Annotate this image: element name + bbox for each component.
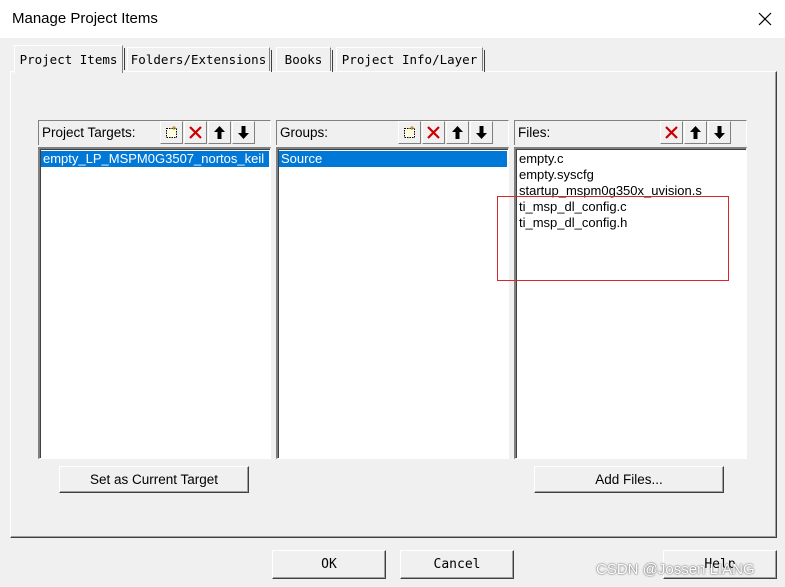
tab-label: Project Info/Layer: [341, 52, 478, 67]
window-title: Manage Project Items: [12, 10, 158, 27]
files-header: Files:: [514, 120, 747, 145]
files-label: Files:: [518, 125, 551, 140]
move-target-up-button[interactable]: [208, 121, 231, 144]
delete-icon: [189, 126, 202, 139]
project-targets-header: Project Targets:: [38, 120, 271, 145]
manage-project-items-dialog: Manage Project Items Project Items Folde…: [0, 0, 785, 587]
project-targets-label: Project Targets:: [42, 125, 136, 140]
add-files-button[interactable]: Add Files...: [534, 466, 724, 493]
groups-label: Groups:: [280, 125, 329, 140]
new-icon: [166, 126, 177, 138]
set-as-current-target-button[interactable]: Set as Current Target: [59, 466, 249, 493]
new-group-button[interactable]: [398, 121, 421, 144]
move-group-up-button[interactable]: [446, 121, 469, 144]
close-button[interactable]: [744, 0, 785, 38]
move-group-down-button[interactable]: [470, 121, 493, 144]
list-item[interactable]: empty_LP_MSPM0G3507_nortos_keil: [41, 151, 269, 167]
ok-button[interactable]: OK: [272, 550, 386, 579]
tab-books[interactable]: Books: [276, 47, 333, 72]
tab-label: Project Items: [19, 52, 118, 67]
move-down-icon: [238, 126, 249, 139]
delete-group-button[interactable]: [422, 121, 445, 144]
move-up-icon: [690, 126, 701, 139]
tab-label: Books: [284, 52, 323, 67]
move-target-down-button[interactable]: [232, 121, 255, 144]
groups-header: Groups:: [276, 120, 509, 145]
tab-project-items[interactable]: Project Items: [14, 45, 125, 75]
close-icon: [758, 12, 771, 26]
new-target-button[interactable]: [160, 121, 183, 144]
move-file-up-button[interactable]: [684, 121, 707, 144]
list-item[interactable]: Source: [279, 151, 507, 167]
watermark: CSDN @Jossen LIANG: [596, 561, 755, 578]
highlight-annotation-box: [497, 196, 729, 281]
move-down-icon: [714, 126, 725, 139]
tab-label: Folders/Extensions: [130, 52, 267, 67]
move-up-icon: [452, 126, 463, 139]
title-bar: Manage Project Items: [0, 0, 785, 38]
move-up-icon: [214, 126, 225, 139]
files-list[interactable]: empty.c empty.syscfg startup_mspm0g350x_…: [514, 147, 747, 459]
new-icon: [404, 126, 415, 138]
delete-target-button[interactable]: [184, 121, 207, 144]
tab-folders-extensions[interactable]: Folders/Extensions: [127, 47, 272, 72]
move-down-icon: [476, 126, 487, 139]
cancel-button[interactable]: Cancel: [400, 550, 514, 579]
project-targets-list[interactable]: empty_LP_MSPM0G3507_nortos_keil: [38, 147, 271, 459]
delete-file-button[interactable]: [660, 121, 683, 144]
move-file-down-button[interactable]: [708, 121, 731, 144]
delete-icon: [665, 126, 678, 139]
list-item[interactable]: empty.c: [517, 151, 564, 167]
groups-list[interactable]: Source: [276, 147, 509, 459]
tab-project-info-layer[interactable]: Project Info/Layer: [336, 47, 485, 72]
delete-icon: [427, 126, 440, 139]
list-item[interactable]: empty.syscfg: [517, 167, 594, 183]
